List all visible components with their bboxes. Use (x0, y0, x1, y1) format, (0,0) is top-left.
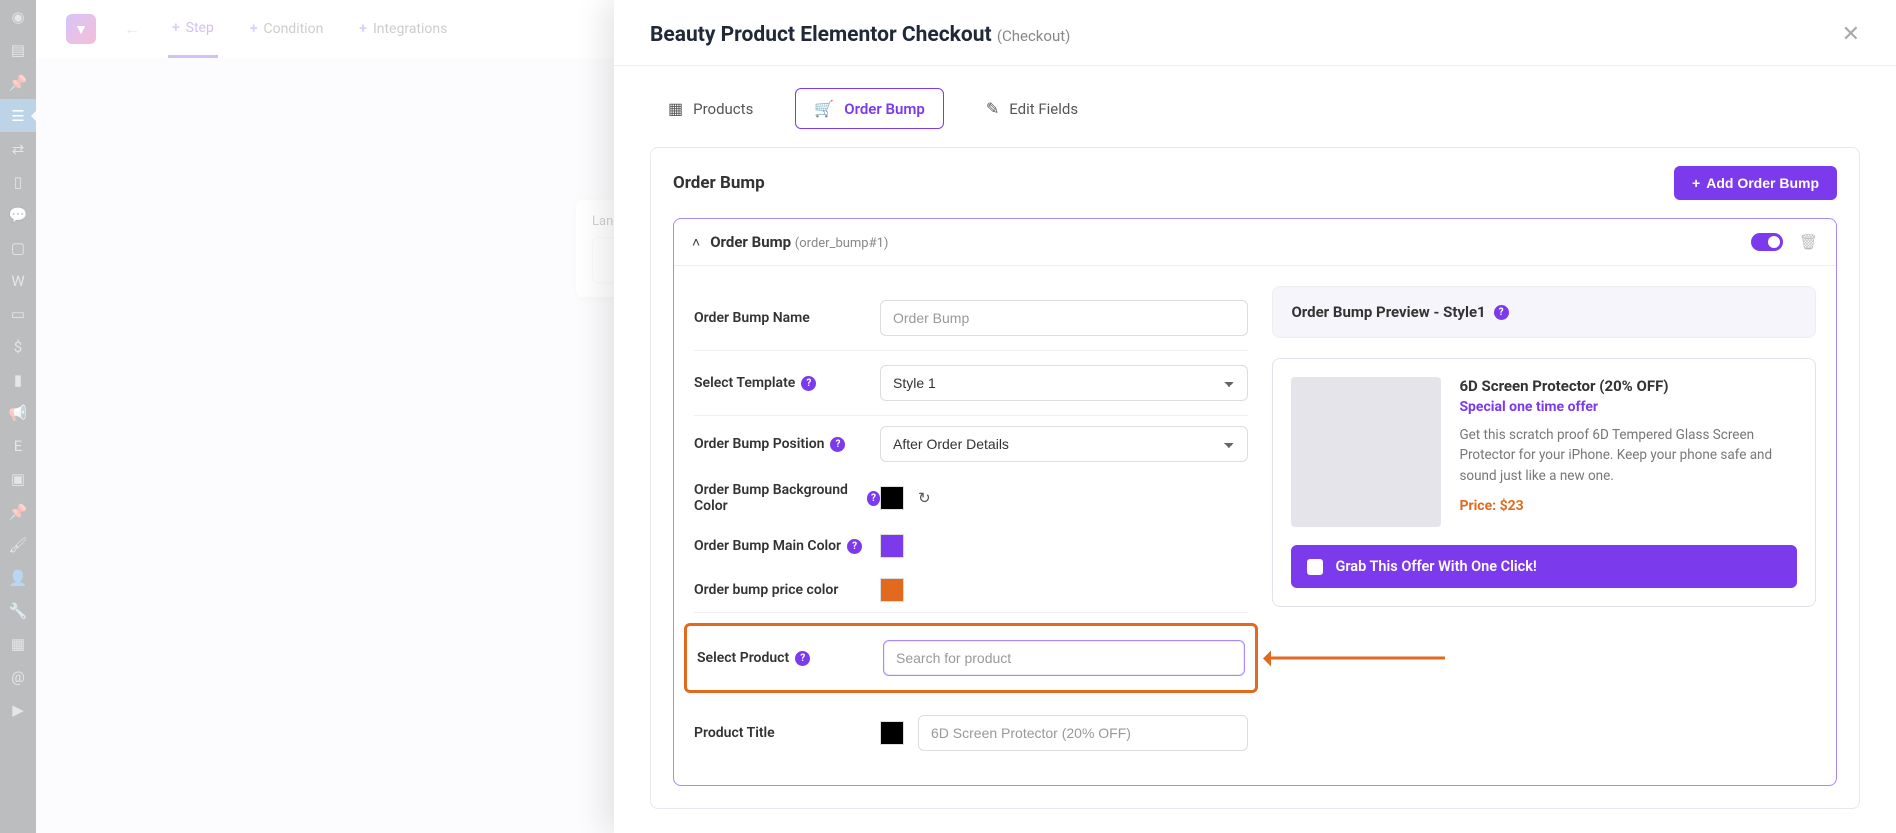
trash-icon[interactable]: 🗑 (1799, 233, 1818, 251)
add-order-bump-button[interactable]: +Add Order Bump (1674, 166, 1837, 200)
order-bump-card: Order Bump +Add Order Bump ˄ Order Bump … (650, 147, 1860, 809)
chevron-up-icon[interactable]: ˄ (692, 234, 700, 251)
card-title: Order Bump (673, 173, 765, 193)
checkout-settings-drawer: Beauty Product Elementor Checkout (Check… (614, 0, 1896, 833)
select-product-highlight: Select Product? (684, 623, 1258, 693)
drawer-header: Beauty Product Elementor Checkout (Check… (614, 0, 1896, 66)
preview-title: Order Bump Preview - Style1 (1291, 303, 1485, 321)
preview-offer-text: Special one time offer (1459, 399, 1797, 415)
label-select-product: Select Product? (697, 650, 883, 666)
help-icon[interactable]: ? (795, 651, 810, 666)
select-product-input[interactable] (883, 640, 1245, 676)
reset-icon[interactable]: ↻ (918, 489, 931, 507)
grab-label: Grab This Offer With One Click! (1335, 558, 1536, 575)
order-bump-form: Order Bump Name Select Template? Style 1… (694, 286, 1248, 765)
tab-products[interactable]: ▦Products (650, 88, 771, 129)
label-pricecolor: Order bump price color (694, 582, 880, 598)
maincolor-swatch[interactable] (880, 534, 904, 558)
label-product-title: Product Title (694, 725, 880, 741)
product-title-color-swatch[interactable] (880, 721, 904, 745)
position-select[interactable]: After Order Details (880, 426, 1248, 462)
product-title-input[interactable] (918, 715, 1248, 751)
pricecolor-swatch[interactable] (880, 578, 904, 602)
enable-toggle[interactable] (1751, 233, 1783, 251)
label-bgcolor: Order Bump Background Color? (694, 482, 880, 514)
help-icon[interactable]: ? (847, 539, 862, 554)
label-name: Order Bump Name (694, 310, 880, 326)
cart-icon: 🛒 (814, 99, 834, 118)
panel-title: Order Bump (order_bump#1) (710, 233, 888, 251)
label-template: Select Template? (694, 375, 880, 391)
template-select[interactable]: Style 1 (880, 365, 1248, 401)
help-icon[interactable]: ? (1494, 305, 1509, 320)
help-icon[interactable]: ? (830, 437, 845, 452)
preview-grab-bar[interactable]: Grab This Offer With One Click! (1291, 545, 1797, 588)
bgcolor-swatch[interactable] (880, 486, 904, 510)
preview-image (1291, 377, 1441, 527)
grid-icon: ▦ (668, 99, 683, 118)
preview-product-title: 6D Screen Protector (20% OFF) (1459, 377, 1797, 395)
settings-tabs: ▦Products 🛒Order Bump ✎Edit Fields (614, 66, 1896, 147)
label-position: Order Bump Position? (694, 436, 880, 452)
order-bump-preview: Order Bump Preview - Style1 ? 6D Screen … (1272, 286, 1816, 765)
drawer-title: Beauty Product Elementor Checkout (Check… (650, 23, 1070, 47)
grab-checkbox[interactable] (1307, 559, 1323, 575)
close-icon[interactable]: ✕ (1842, 22, 1860, 47)
name-input[interactable] (880, 300, 1248, 336)
preview-price: Price: $23 (1459, 498, 1797, 514)
tab-edit-fields[interactable]: ✎Edit Fields (968, 88, 1096, 129)
pencil-icon: ✎ (986, 99, 999, 118)
label-maincolor: Order Bump Main Color? (694, 538, 880, 554)
tab-order-bump[interactable]: 🛒Order Bump (795, 88, 944, 129)
plus-icon: + (1692, 175, 1700, 191)
order-bump-panel: ˄ Order Bump (order_bump#1) 🗑 Order Bump… (673, 218, 1837, 786)
help-icon[interactable]: ? (867, 491, 880, 506)
annotation-arrow (1265, 657, 1445, 660)
help-icon[interactable]: ? (801, 376, 816, 391)
preview-description: Get this scratch proof 6D Tempered Glass… (1459, 425, 1797, 486)
